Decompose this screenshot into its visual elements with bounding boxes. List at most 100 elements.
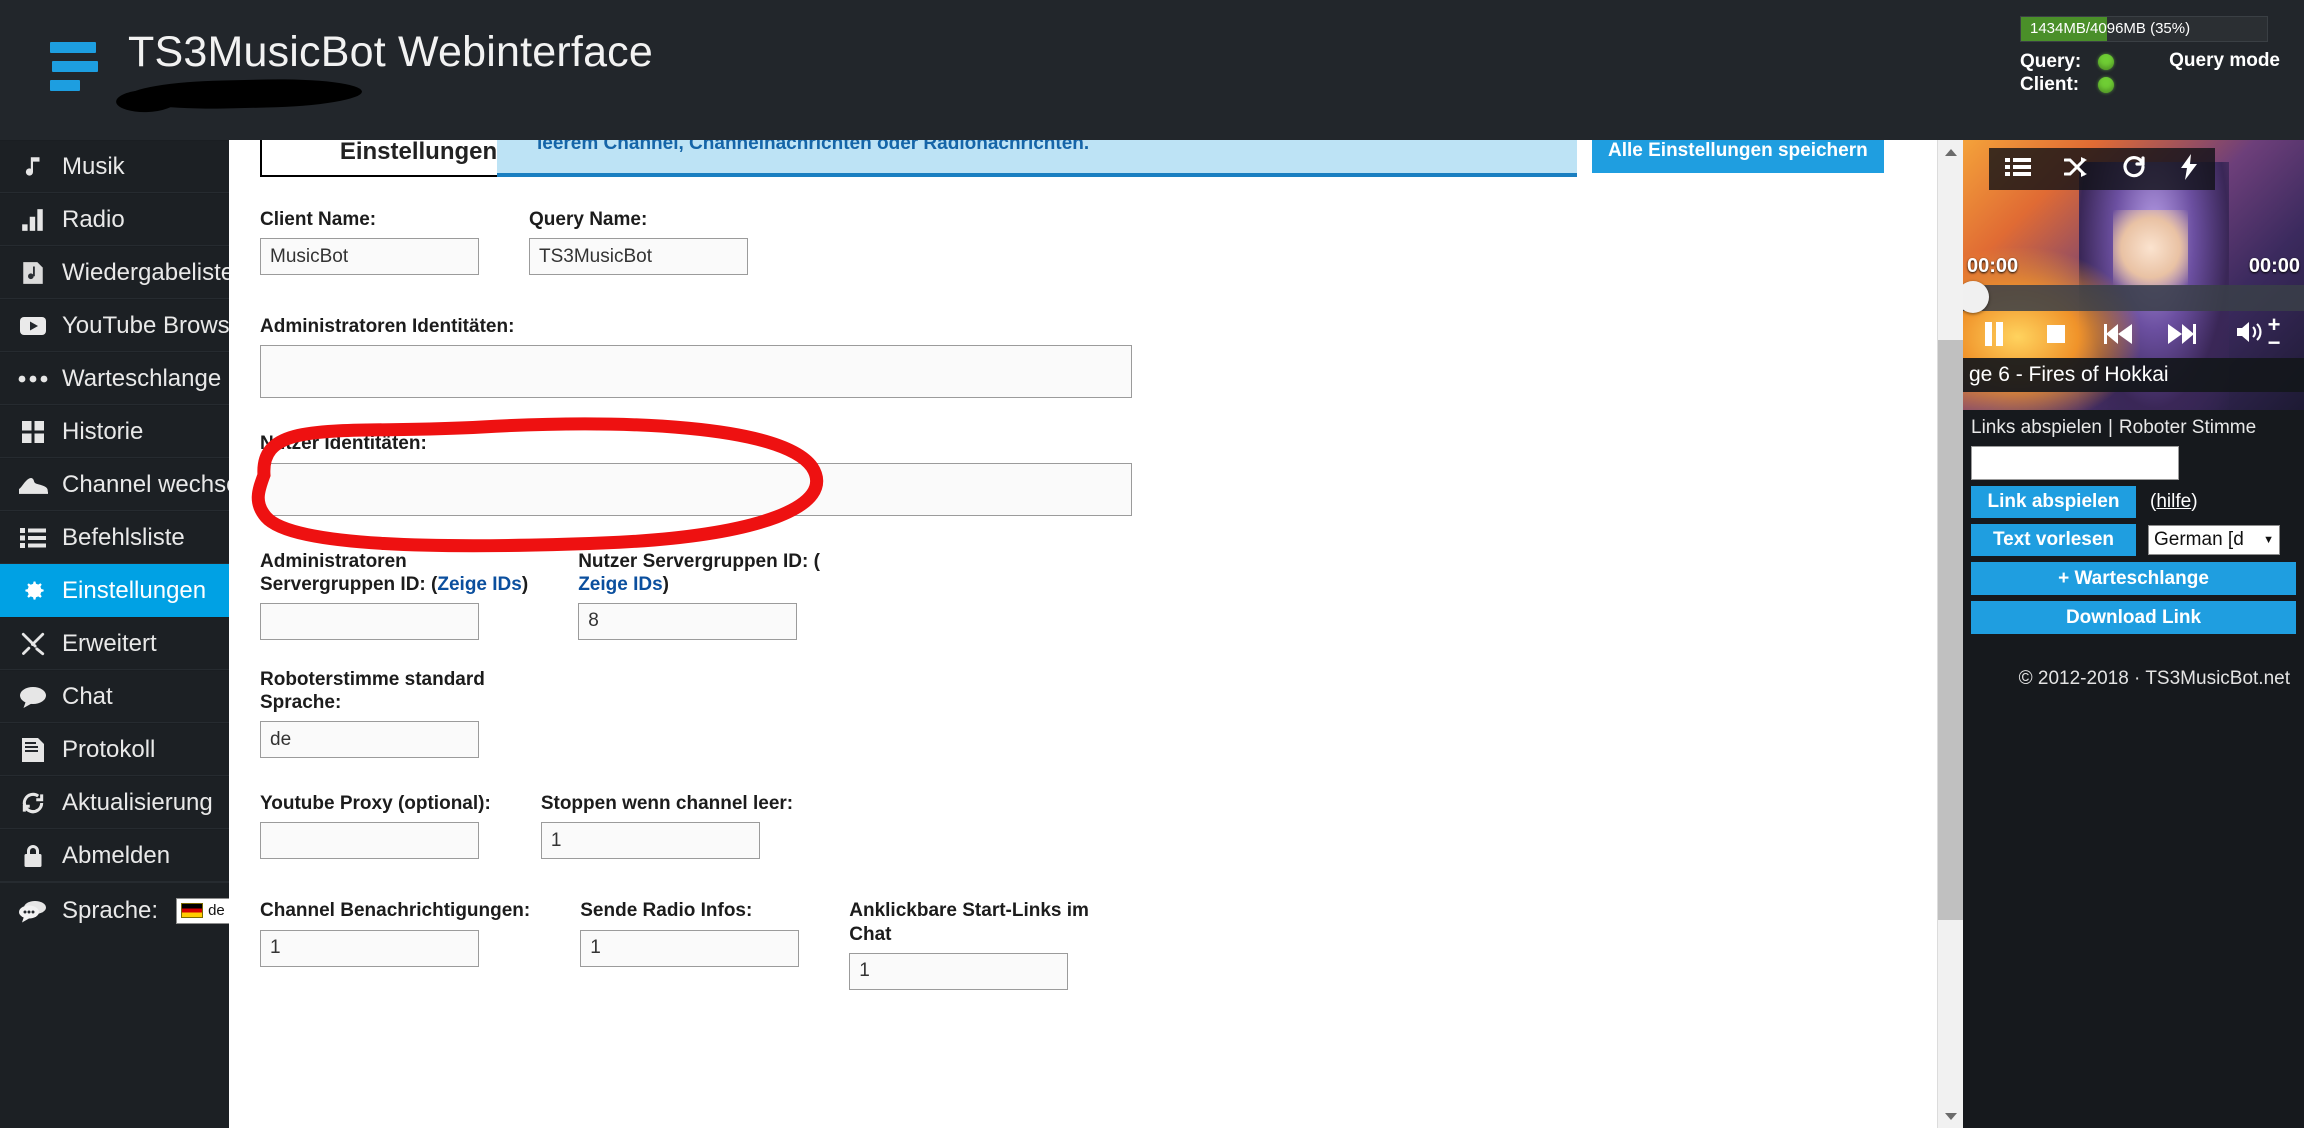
help-link-text[interactable]: hilfe	[2156, 491, 2191, 512]
query-name-input[interactable]	[529, 238, 748, 276]
sidebar-item-protokoll[interactable]: Protokoll	[0, 723, 229, 776]
shuffle-icon[interactable]	[2063, 156, 2090, 183]
playlist-icon	[14, 258, 52, 288]
add-to-queue-button[interactable]: + Warteschlange	[1971, 562, 2296, 595]
save-all-settings-button[interactable]: Alle Einstellungen speichern	[1592, 140, 1884, 173]
speak-text-row: Text vorlesen German [d ▼	[1971, 524, 2296, 556]
lightning-icon[interactable]	[2179, 153, 2199, 185]
user-servergroup-id-input[interactable]	[578, 602, 798, 640]
sidebar-item-aktualisierung[interactable]: Aktualisierung	[0, 776, 229, 829]
sidebar-item-chat[interactable]: Chat	[0, 670, 229, 723]
stop-when-channel-empty-input[interactable]	[540, 822, 760, 860]
sidebar-item-label: Abmelden	[62, 841, 171, 869]
redaction-scribble	[127, 77, 363, 111]
grid-icon	[14, 417, 52, 447]
sidebar-item-warteschlange[interactable]: Warteschlange [0]	[0, 352, 255, 405]
stop-button[interactable]	[2025, 324, 2087, 344]
pause-button[interactable]	[1963, 321, 2025, 347]
link-input[interactable]	[1971, 446, 2179, 480]
form-row-names: Client Name: Query Name:	[260, 208, 1920, 276]
content-scrollbar[interactable]	[1937, 140, 1964, 1128]
document-icon	[14, 735, 52, 765]
download-link-button[interactable]: Download Link	[1971, 601, 2296, 634]
field-clickable-start-links: Anklickbare Start-Links im Chat	[849, 899, 1089, 990]
tab-roboter-stimme[interactable]: Roboter Stimme	[2119, 417, 2256, 439]
help-link[interactable]: (hilfe)	[2150, 491, 2198, 513]
sidebar-item-erweitert[interactable]: Erweitert	[0, 617, 229, 670]
admin-zeige-ids-link[interactable]: Zeige IDs	[437, 574, 521, 595]
youtube-icon	[14, 311, 52, 341]
player-times: 00:00 00:00	[1963, 255, 2304, 278]
memory-usage-label: 1434MB/4096MB (35%)	[2030, 20, 2191, 37]
sidebar-item-channel-wechseln[interactable]: Channel wechseln	[0, 458, 258, 511]
memory-usage-bar: 1434MB/4096MB (35%)	[2020, 16, 2268, 42]
scroll-thumb[interactable]	[1938, 340, 1964, 920]
admin-servergroup-id-label-line1: Administratoren	[260, 550, 407, 572]
sidebar-item-historie[interactable]: Historie	[0, 405, 229, 458]
seek-bar[interactable]	[1963, 281, 2304, 313]
shoe-icon	[14, 470, 52, 500]
sidebar-item-wiedergabelisten[interactable]: Wiedergabelisten	[0, 246, 247, 299]
client-name-input[interactable]	[260, 238, 479, 276]
user-servergroup-id-label: Nutzer Servergruppen ID: ( Zeige IDs)	[578, 550, 820, 596]
seek-knob[interactable]	[1963, 281, 1989, 313]
top-bar: TS3MusicBot Webinterface 1434MB/4096MB (…	[0, 0, 2304, 140]
page-title: TS3MusicBot Webinterface	[128, 28, 653, 76]
sidebar-item-befehlsliste[interactable]: Befehlsliste	[0, 511, 229, 564]
youtube-proxy-input[interactable]	[260, 822, 479, 860]
ellipsis-icon	[14, 364, 52, 394]
robot-voice-language-input[interactable]	[260, 721, 479, 759]
channel-notifications-label: Channel Benachrichtigungen:	[260, 900, 531, 922]
sidebar-item-einstellungen[interactable]: Einstellungen	[0, 564, 229, 617]
sidebar-item-label: Historie	[62, 417, 144, 445]
clickable-start-links-label-line1: Anklickbare Start-Links im	[849, 900, 1089, 922]
client-status-row: Client:	[2020, 73, 2280, 96]
next-button[interactable]	[2150, 323, 2212, 345]
field-send-radio-infos: Sende Radio Infos:	[580, 899, 800, 989]
speak-text-button[interactable]: Text vorlesen	[1971, 524, 2136, 556]
sidebar-item-radio[interactable]: Radio	[0, 193, 229, 246]
refresh-icon	[14, 788, 52, 818]
sidebar-item-youtube-browser[interactable]: YouTube Browser	[0, 299, 251, 352]
bar-chart-icon	[14, 205, 52, 235]
sidebar-item-musik[interactable]: Musik	[0, 140, 229, 193]
status-indicators: Query: Client: Query mode	[2020, 50, 2280, 96]
app-root: TS3MusicBot Webinterface 1434MB/4096MB (…	[0, 0, 2304, 1128]
client-status-label: Client:	[2020, 73, 2080, 95]
user-identities-textarea[interactable]	[260, 462, 1132, 516]
album-art: 00:00 00:00 + − ge 6 - Fires of Hokkai	[1963, 140, 2304, 410]
send-radio-infos-input[interactable]	[580, 929, 800, 967]
admin-servergroup-id-input[interactable]	[260, 602, 479, 640]
right-panel: 00:00 00:00 + − ge 6 - Fires of Hokkai L…	[1963, 140, 2304, 1128]
sidebar: Musik Radio Wiedergabelisten YouTube Bro…	[0, 140, 261, 1128]
scroll-up-button[interactable]	[1938, 140, 1964, 164]
sidebar-item-label: YouTube Browser	[62, 311, 251, 339]
hamburger-logo-icon	[50, 42, 98, 96]
sidebar-item-label: Warteschlange [0]	[62, 364, 255, 392]
previous-button[interactable]	[2088, 323, 2150, 345]
user-zeige-ids-link[interactable]: Zeige IDs	[578, 574, 662, 595]
volume-minus-button[interactable]: −	[2268, 331, 2281, 353]
repeat-icon[interactable]	[2122, 155, 2146, 184]
voice-language-select[interactable]: German [d ▼	[2148, 525, 2280, 555]
time-elapsed: 00:00	[1967, 255, 2019, 277]
admin-identities-textarea[interactable]	[260, 345, 1132, 399]
play-link-button[interactable]: Link abspielen	[1971, 486, 2136, 518]
send-radio-infos-label: Sende Radio Infos:	[580, 900, 753, 922]
tab-links-abspielen[interactable]: Links abspielen	[1971, 417, 2102, 439]
clickable-start-links-input[interactable]	[849, 952, 1069, 990]
playlist-icon[interactable]	[2005, 157, 2032, 182]
gear-icon	[14, 576, 52, 606]
scroll-down-button[interactable]	[1938, 1104, 1964, 1128]
sidebar-item-label: Erweitert	[62, 629, 157, 657]
volume-stepper[interactable]: + −	[2268, 313, 2281, 353]
sidebar-item-abmelden[interactable]: Abmelden	[0, 829, 229, 882]
channel-notifications-input[interactable]	[260, 929, 479, 967]
query-status-led	[2098, 53, 2114, 70]
german-flag-icon	[181, 903, 204, 918]
user-servergroup-id-label-close: )	[662, 573, 669, 595]
field-channel-notifications: Channel Benachrichtigungen:	[260, 899, 530, 989]
field-stop-when-channel-empty: Stoppen wenn channel leer:	[540, 792, 793, 860]
volume-icon[interactable]	[2236, 321, 2264, 348]
music-note-icon	[14, 152, 52, 182]
